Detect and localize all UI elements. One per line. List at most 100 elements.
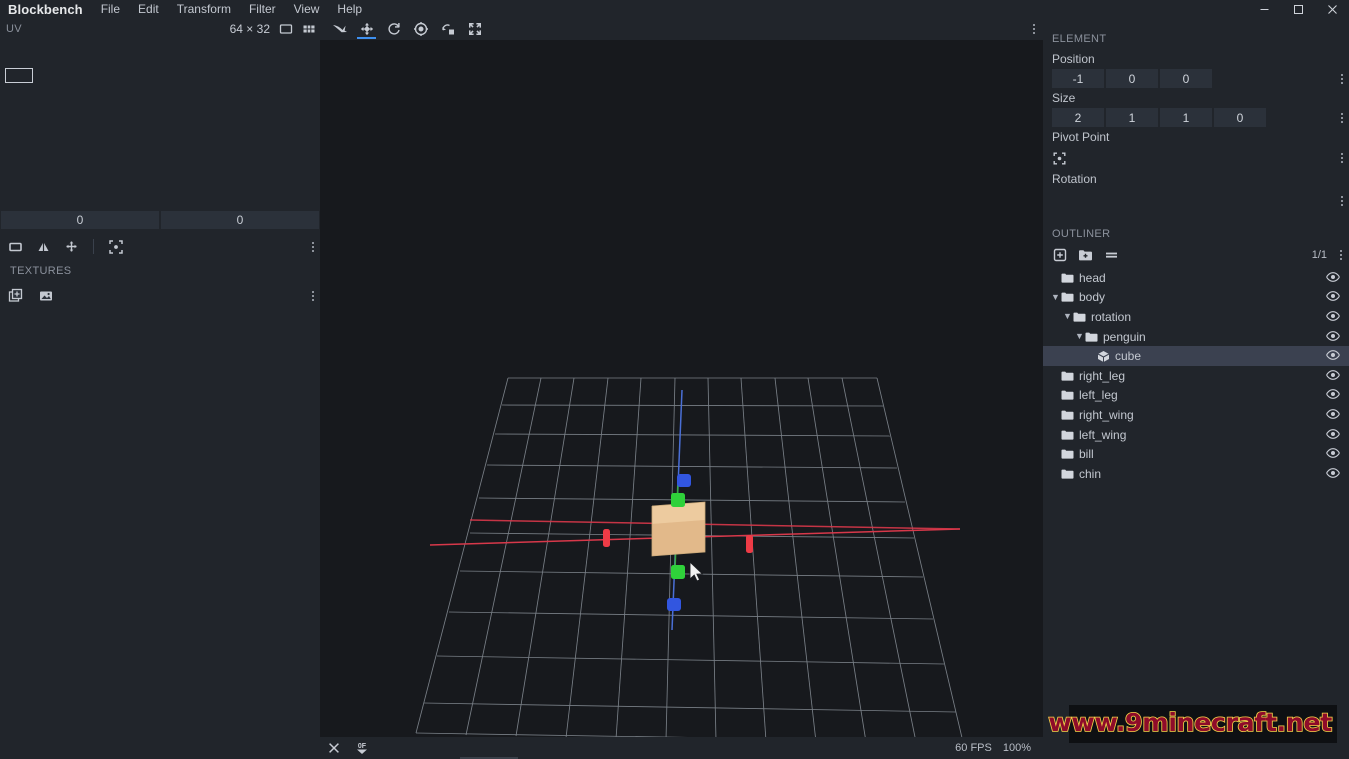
rotation-options-menu[interactable] xyxy=(1341,196,1343,206)
textures-options-menu[interactable] xyxy=(312,291,314,301)
size-inflate-input[interactable]: 0 xyxy=(1214,108,1266,127)
uv-window-icon[interactable] xyxy=(279,22,293,36)
outliner-node-label: penguin xyxy=(1103,330,1146,344)
visibility-toggle-icon[interactable] xyxy=(1326,330,1340,344)
folder-icon xyxy=(1061,468,1074,480)
add-folder-icon[interactable] xyxy=(1078,248,1093,262)
position-options-menu[interactable] xyxy=(1341,74,1343,84)
size-y-input[interactable]: 1 xyxy=(1106,108,1158,127)
menu-bar: File Edit Transform Filter View Help xyxy=(92,0,371,18)
chevron-down-icon[interactable]: ▼ xyxy=(1074,332,1085,341)
collapse-icon[interactable] xyxy=(1104,248,1119,262)
uv-autofit-icon[interactable] xyxy=(108,239,124,255)
menu-file[interactable]: File xyxy=(92,0,129,18)
outliner-node-bill[interactable]: ▼ bill xyxy=(1043,444,1349,464)
import-texture-icon[interactable] xyxy=(38,288,54,304)
outliner-node-right-leg[interactable]: ▼ right_leg xyxy=(1043,366,1349,386)
outliner-node-label: head xyxy=(1079,271,1106,285)
tool-pivot[interactable] xyxy=(434,18,461,40)
scene-3d xyxy=(320,40,1043,747)
status-bar: 0F 60 FPS 100% xyxy=(320,737,1043,759)
position-y-input[interactable]: 0 xyxy=(1106,69,1158,88)
position-z-input[interactable]: 0 xyxy=(1160,69,1212,88)
visibility-toggle-icon[interactable] xyxy=(1326,290,1340,304)
outliner-node-cube[interactable]: ▼ cube xyxy=(1043,346,1349,366)
visibility-toggle-icon[interactable] xyxy=(1326,428,1340,442)
maximize-button[interactable] xyxy=(1281,0,1315,18)
folder-icon xyxy=(1061,429,1074,441)
uv-mirror-icon[interactable] xyxy=(36,239,51,254)
size-x-input[interactable]: 2 xyxy=(1052,108,1104,127)
visibility-toggle-icon[interactable] xyxy=(1326,349,1340,363)
visibility-toggle-icon[interactable] xyxy=(1326,388,1340,402)
folder-icon xyxy=(1061,291,1074,303)
menu-help[interactable]: Help xyxy=(328,0,371,18)
size-options-menu[interactable] xyxy=(1341,113,1343,123)
visibility-toggle-icon[interactable] xyxy=(1326,310,1340,324)
uv-face-selection[interactable] xyxy=(5,68,33,83)
tool-rotate[interactable] xyxy=(407,18,434,40)
outliner-node-label: rotation xyxy=(1091,310,1131,324)
folder-icon xyxy=(1061,370,1074,382)
outliner-node-head[interactable]: ▼ head xyxy=(1043,268,1349,288)
close-button[interactable] xyxy=(1315,0,1349,18)
position-x-input[interactable]: -1 xyxy=(1052,69,1104,88)
outliner-node-right-wing[interactable]: ▼ right_wing xyxy=(1043,405,1349,425)
visibility-toggle-icon[interactable] xyxy=(1326,408,1340,422)
rotation-label: Rotation xyxy=(1043,169,1349,189)
menu-transform[interactable]: Transform xyxy=(168,0,240,18)
uv-y-field[interactable]: 0 xyxy=(161,211,319,229)
handle-z-negative xyxy=(667,598,681,611)
chevron-down-icon[interactable]: ▼ xyxy=(1062,312,1073,321)
outliner-node-penguin[interactable]: ▼ penguin xyxy=(1043,327,1349,347)
pivot-options-menu[interactable] xyxy=(1341,153,1343,163)
uv-move-icon[interactable] xyxy=(64,239,79,254)
textures-list[interactable] xyxy=(0,309,320,739)
pivot-point-icon[interactable] xyxy=(1052,151,1067,166)
viewport-canvas[interactable] xyxy=(320,40,1043,747)
viewport-panel xyxy=(320,18,1043,759)
viewport-options-menu[interactable] xyxy=(1033,24,1035,34)
outliner-node-left-wing[interactable]: ▼ left_wing xyxy=(1043,425,1349,445)
minimize-button[interactable] xyxy=(1247,0,1281,18)
size-z-input[interactable]: 1 xyxy=(1160,108,1212,127)
outliner-count: 1/1 xyxy=(1312,249,1327,261)
visibility-toggle-icon[interactable] xyxy=(1326,447,1340,461)
outliner-node-body[interactable]: ▼ body xyxy=(1043,288,1349,308)
uv-canvas[interactable] xyxy=(0,40,320,211)
left-panel: UV 64 × 32 0 0 xyxy=(0,18,320,759)
title-bar: Blockbench File Edit Transform Filter Vi… xyxy=(0,0,1349,18)
tool-move[interactable] xyxy=(353,18,380,40)
keyframe-icon[interactable]: 0F xyxy=(352,741,372,755)
close-icon[interactable] xyxy=(328,742,340,754)
zoom-label: 100% xyxy=(1003,742,1031,754)
tool-add-cube[interactable] xyxy=(326,18,353,40)
element-panel-title: ELEMENT xyxy=(1043,18,1349,49)
uv-x-field[interactable]: 0 xyxy=(1,211,159,229)
fps-label: 60 FPS xyxy=(955,742,992,754)
visibility-toggle-icon[interactable] xyxy=(1326,467,1340,481)
tool-scale[interactable] xyxy=(461,18,488,40)
size-label: Size xyxy=(1043,88,1349,108)
menu-view[interactable]: View xyxy=(285,0,329,18)
menu-edit[interactable]: Edit xyxy=(129,0,168,18)
chevron-down-icon[interactable]: ▼ xyxy=(1050,293,1061,302)
uv-coordinate-row: 0 0 xyxy=(0,211,320,229)
outliner-node-chin[interactable]: ▼ chin xyxy=(1043,464,1349,484)
textures-toolbar xyxy=(0,283,320,309)
outliner-options-menu[interactable] xyxy=(1340,250,1342,260)
uv-face-icon[interactable] xyxy=(8,239,23,254)
menu-filter[interactable]: Filter xyxy=(240,0,285,18)
outliner-node-left-leg[interactable]: ▼ left_leg xyxy=(1043,386,1349,406)
visibility-toggle-icon[interactable] xyxy=(1326,369,1340,383)
add-texture-icon[interactable] xyxy=(8,288,24,304)
add-group-icon[interactable] xyxy=(1053,248,1067,262)
outliner-toolbar: 1/1 xyxy=(1043,244,1349,266)
uv-grid-icon[interactable] xyxy=(302,22,316,36)
tool-resize[interactable] xyxy=(380,18,407,40)
outliner-node-rotation[interactable]: ▼ rotation xyxy=(1043,307,1349,327)
pivot-point-label: Pivot Point xyxy=(1043,127,1349,147)
texture-size-label: 64 × 32 xyxy=(230,22,270,36)
uv-options-menu[interactable] xyxy=(312,242,314,252)
visibility-toggle-icon[interactable] xyxy=(1326,271,1340,285)
